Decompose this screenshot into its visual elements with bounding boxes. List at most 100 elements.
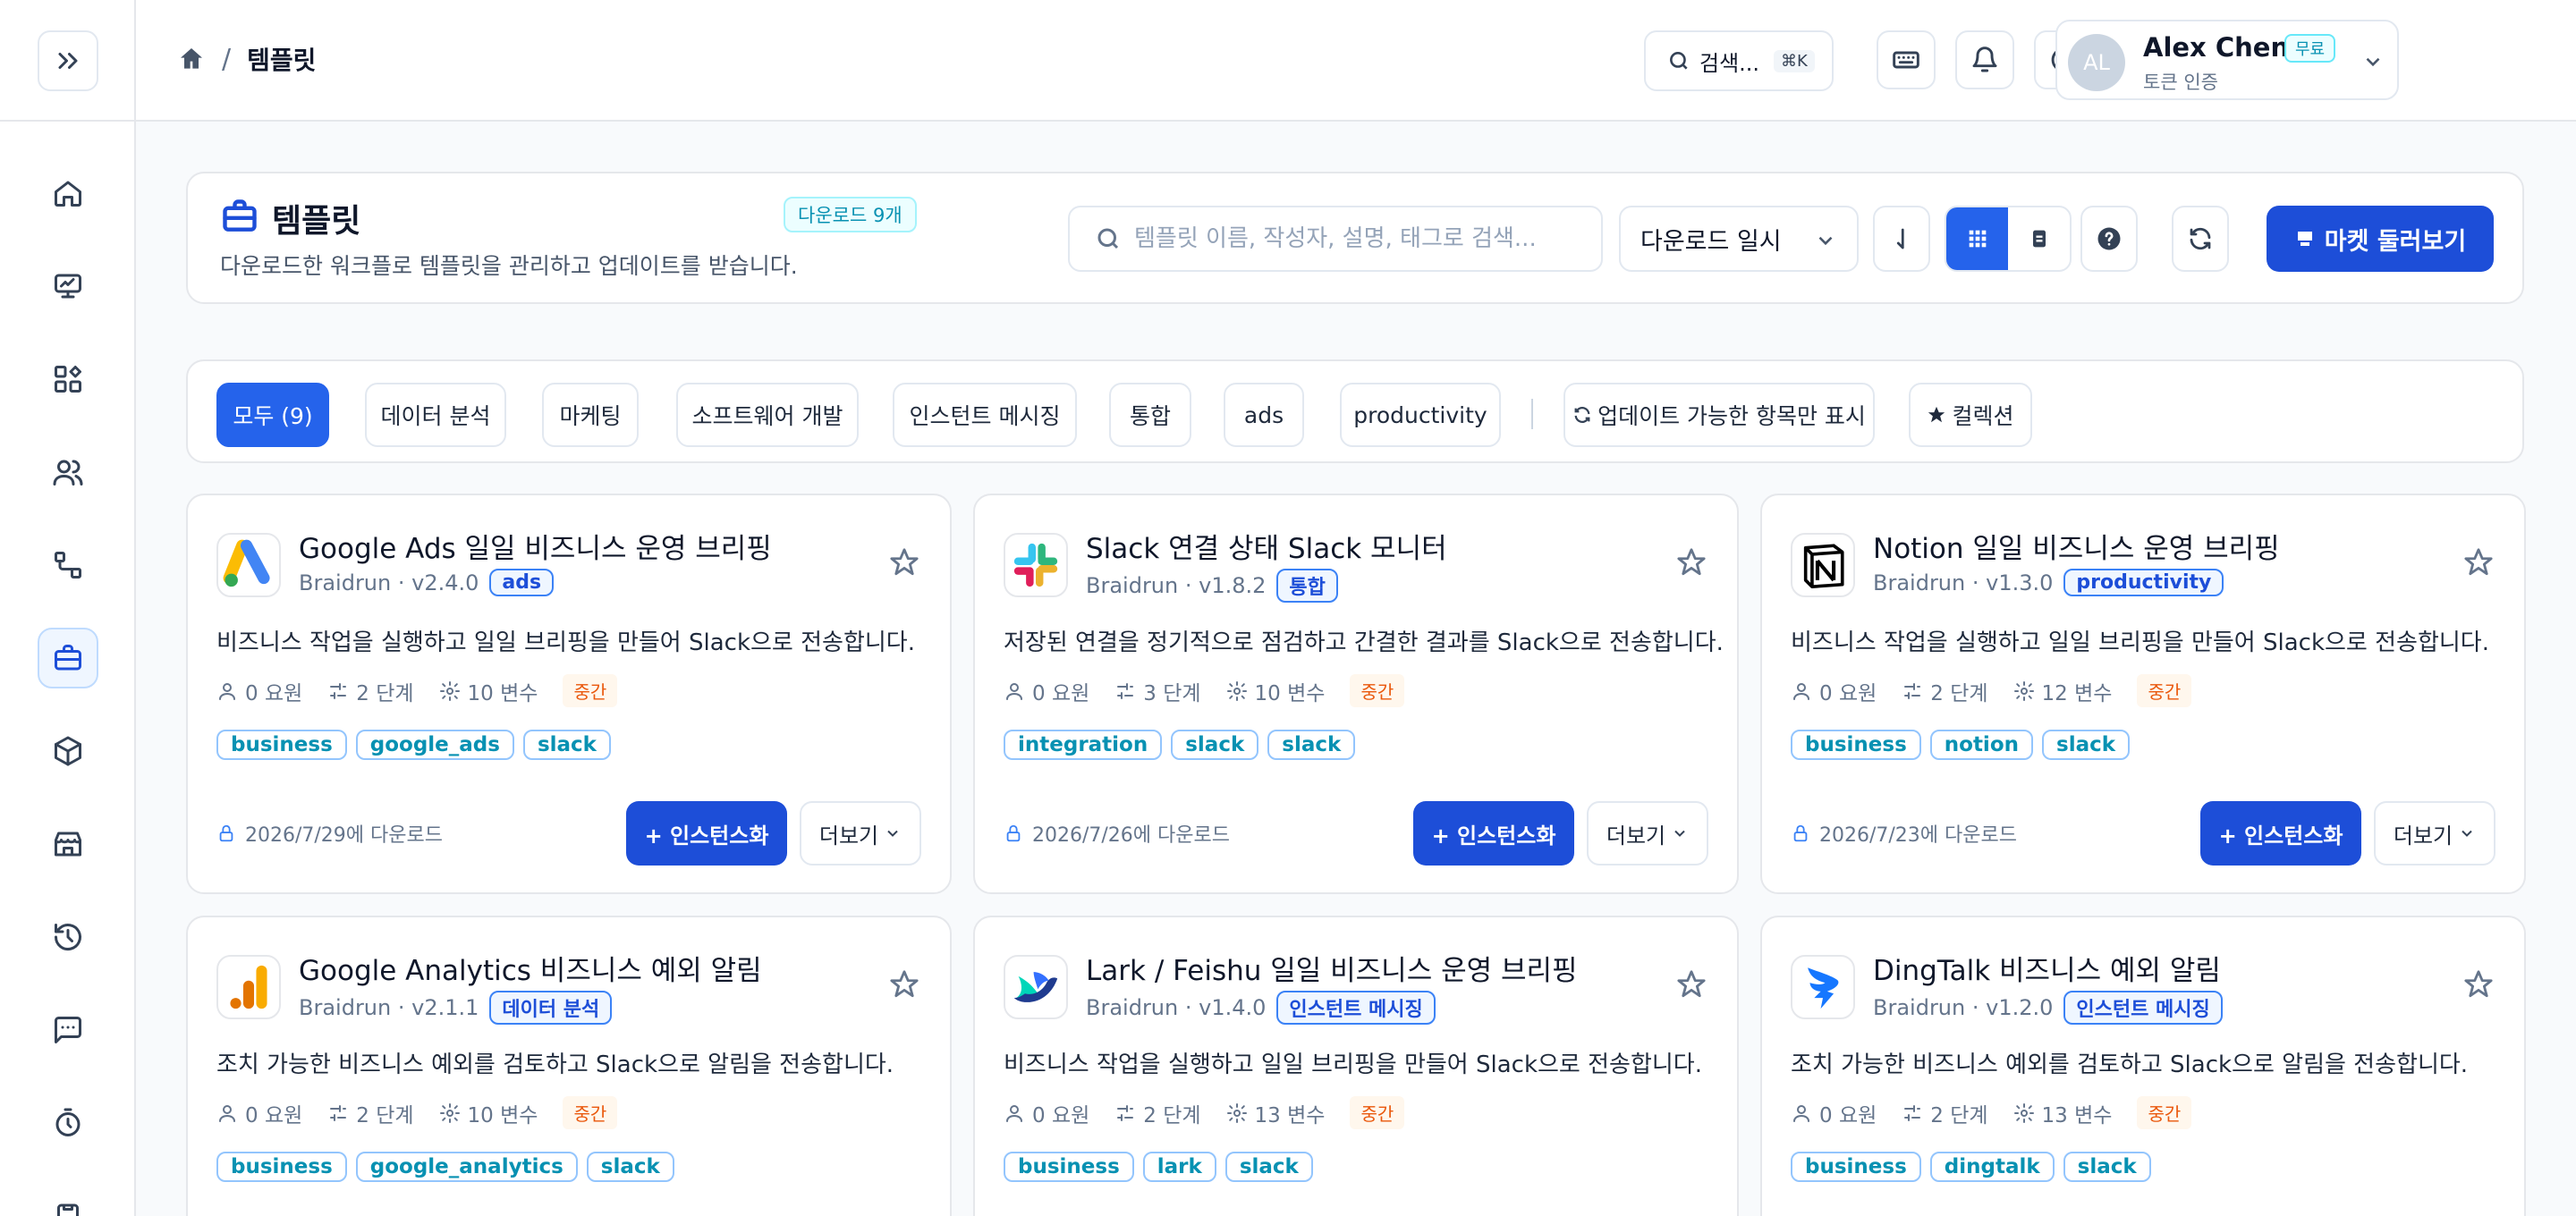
sidebar-item-home[interactable] <box>38 163 98 224</box>
gear-icon <box>2013 680 2034 701</box>
filter-chip-software-dev[interactable]: 소프트웨어 개발 <box>676 383 859 447</box>
sidebar-item-chat[interactable] <box>38 1000 98 1060</box>
members-stat: 0 요원 <box>1791 676 1877 706</box>
tag[interactable]: slack <box>1224 1152 1313 1182</box>
favorite-star-icon[interactable] <box>1676 969 1707 1000</box>
sidebar-item-monitor[interactable] <box>38 256 98 317</box>
template-card: Google Ads 일일 비즈니스 운영 브리핑 Braidrun · v2.… <box>186 494 952 894</box>
template-meta: Braidrun · v1.3.0 productivity <box>1873 569 2224 596</box>
template-search <box>1068 206 1603 272</box>
tag[interactable]: dingtalk <box>1929 1152 2055 1182</box>
favorite-star-icon[interactable] <box>2463 969 2494 1000</box>
global-search-button[interactable]: 검색... ⌘K <box>1644 30 1834 91</box>
tag[interactable]: business <box>216 1152 347 1182</box>
tag[interactable]: slack <box>1171 730 1259 760</box>
user-icon <box>1793 1104 1809 1122</box>
sidebar-item-templates[interactable] <box>38 628 98 688</box>
tag[interactable]: lark <box>1142 1152 1216 1182</box>
help-button[interactable] <box>2080 206 2138 272</box>
more-button[interactable]: 더보기 <box>1587 801 1708 866</box>
favorite-star-icon[interactable] <box>1676 547 1707 578</box>
tag[interactable]: business <box>1791 730 1921 760</box>
history-icon <box>55 924 81 951</box>
template-stats: 0 요원 2 단계 13 변수 중간 <box>1004 1096 1405 1129</box>
sidebar-item-timer[interactable] <box>38 1093 98 1153</box>
members-value: 0 요원 <box>245 681 303 705</box>
user-menu[interactable]: AL Alex Chen 무료 토큰 인증 <box>2055 20 2399 100</box>
filter-chip-data-analysis[interactable]: 데이터 분석 <box>365 383 506 447</box>
sort-arrow-icon <box>1896 228 1904 249</box>
sidebar-item-history[interactable] <box>38 907 98 967</box>
home-icon[interactable] <box>177 45 206 73</box>
tag[interactable]: google_ads <box>355 730 514 760</box>
vars-value: 10 변수 <box>1254 681 1326 705</box>
tag[interactable]: notion <box>1929 730 2033 760</box>
keyboard-shortcuts-button[interactable] <box>1877 30 1936 89</box>
difficulty-badge: 중간 <box>2137 1096 2192 1129</box>
tag[interactable]: slack <box>522 730 611 760</box>
template-tags: business lark slack <box>1004 1152 1313 1182</box>
tag[interactable]: business <box>1791 1152 1921 1182</box>
browse-market-button[interactable]: 마켓 둘러보기 <box>2267 206 2494 272</box>
template-title: Google Analytics 비즈니스 예외 알림 <box>299 955 762 987</box>
tag[interactable]: integration <box>1004 730 1163 760</box>
page-subtitle: 다운로드한 워크플로 템플릿을 관리하고 업데이트를 받습니다. <box>220 253 798 279</box>
sidebar-item-store[interactable] <box>38 814 98 874</box>
users-icon <box>53 460 83 486</box>
sliders-icon <box>1117 1104 1134 1121</box>
filter-chip-marketing[interactable]: 마케팅 <box>542 383 639 447</box>
members-stat: 0 요원 <box>216 676 302 706</box>
more-button[interactable]: 더보기 <box>800 801 921 866</box>
tag[interactable]: google_analytics <box>355 1152 578 1182</box>
tag[interactable]: slack <box>586 1152 674 1182</box>
refresh-button[interactable] <box>2172 206 2229 272</box>
sort-select[interactable]: 다운로드 일시 <box>1619 206 1859 272</box>
steps-value: 2 단계 <box>1930 681 1988 705</box>
filter-chip-ads[interactable]: ads <box>1224 383 1304 447</box>
tag[interactable]: slack <box>2063 1152 2151 1182</box>
template-title: Lark / Feishu 일일 비즈니스 운영 브리핑 <box>1086 955 1578 987</box>
user-icon <box>219 1104 235 1122</box>
template-description: 조치 가능한 비즈니스 예외를 검토하고 Slack으로 알림을 전송합니다. <box>216 1051 894 1078</box>
more-label: 더보기 <box>818 823 879 849</box>
tag[interactable]: business <box>216 730 347 760</box>
collection-button[interactable]: 컬렉션 <box>1909 383 2032 447</box>
tag[interactable]: slack <box>2042 730 2131 760</box>
sidebar-item-users[interactable] <box>38 442 98 502</box>
sidebar-item-packages[interactable] <box>38 721 98 781</box>
more-button[interactable]: 더보기 <box>2374 801 2496 866</box>
sidebar-item-tasks[interactable] <box>38 1186 98 1216</box>
favorite-star-icon[interactable] <box>889 547 919 578</box>
template-search-input[interactable] <box>1134 225 1599 252</box>
workflow-icon <box>55 552 81 578</box>
filter-chip-productivity[interactable]: productivity <box>1340 383 1501 447</box>
template-stats: 0 요원 2 단계 10 변수 중간 <box>216 1096 618 1129</box>
sidebar-item-apps[interactable] <box>38 349 98 410</box>
tag[interactable]: business <box>1004 1152 1134 1182</box>
instantiate-button[interactable]: + 인스턴스화 <box>626 801 787 866</box>
global-search-label: 검색... <box>1699 50 1760 76</box>
favorite-star-icon[interactable] <box>889 969 919 1000</box>
instantiate-button[interactable]: + 인스턴스화 <box>1413 801 1574 866</box>
updatable-only-toggle[interactable]: 업데이트 가능한 항목만 표시 <box>1563 383 1875 447</box>
sort-direction-button[interactable] <box>1873 206 1930 272</box>
notifications-button[interactable] <box>1955 30 2014 89</box>
tag[interactable]: slack <box>1267 730 1356 760</box>
dingtalk-logo-icon <box>1808 967 1839 1009</box>
breadcrumb: / 템플릿 <box>177 41 316 77</box>
favorite-star-icon[interactable] <box>2463 547 2494 578</box>
sidebar-item-workflow[interactable] <box>38 535 98 595</box>
chevron-down-icon <box>887 830 898 837</box>
collection-label: 컬렉션 <box>1952 403 2014 429</box>
members-value: 0 요원 <box>1819 681 1877 705</box>
grid-view-button[interactable] <box>1946 207 2008 270</box>
filter-chip-integration[interactable]: 통합 <box>1109 383 1191 447</box>
sidebar-expand-button[interactable] <box>38 30 98 91</box>
filter-chip-instant-messaging[interactable]: 인스턴트 메시징 <box>893 383 1077 447</box>
template-author-version: Braidrun · v1.3.0 <box>1873 570 2054 595</box>
instantiate-button[interactable]: + 인스턴스화 <box>2200 801 2361 866</box>
filter-chip-all[interactable]: 모두 (9) <box>216 383 329 447</box>
lark-logo-icon <box>1013 972 1058 1002</box>
steps-stat: 2 단계 <box>327 676 414 706</box>
list-view-button[interactable] <box>2008 207 2070 270</box>
